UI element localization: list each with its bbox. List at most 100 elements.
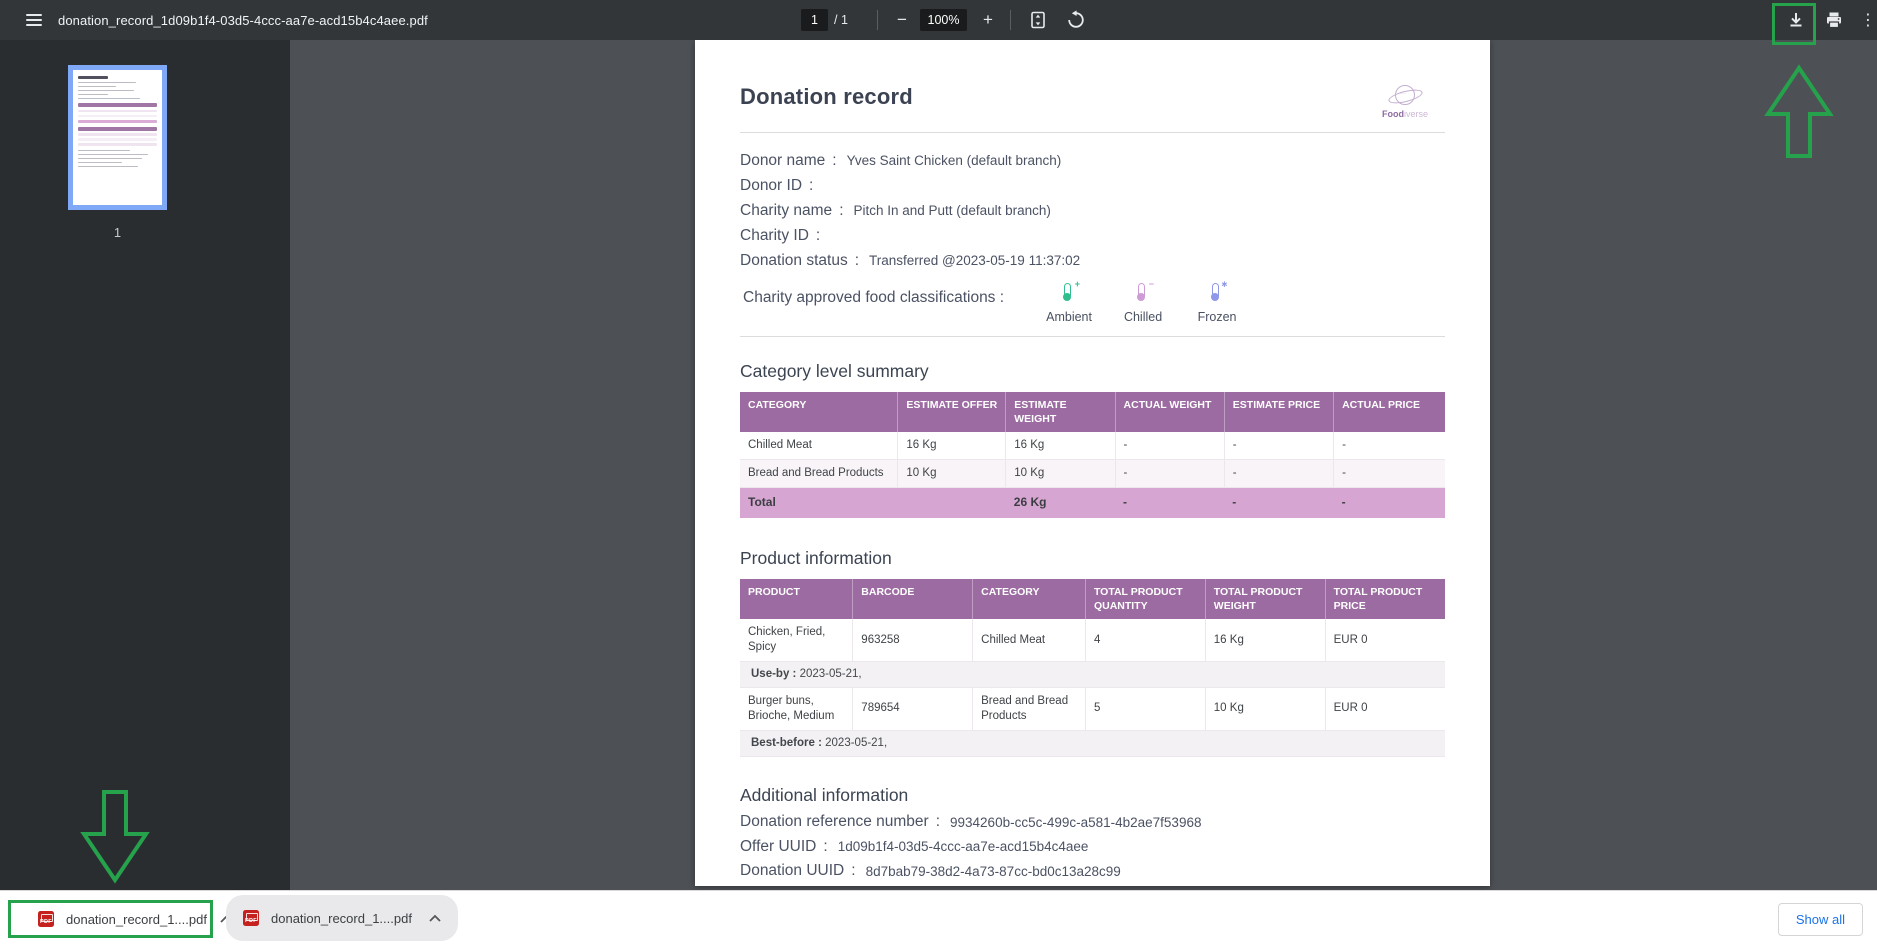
table-header-cell: TOTAL PRODUCT QUANTITY — [1085, 579, 1205, 619]
table-cell: - — [1334, 432, 1445, 459]
field-row: Charity ID : — [740, 223, 1445, 248]
field-label: Charity name — [740, 202, 832, 220]
table-header-cell: TOTAL PRODUCT PRICE — [1325, 579, 1445, 619]
table-cell: - — [1224, 488, 1333, 518]
table-note-row: Best-before : 2023-05-21, — [740, 730, 1445, 756]
table-cell: Burger buns, Brioche, Medium — [740, 687, 853, 730]
download-expand-button[interactable] — [428, 914, 442, 923]
thermometer-icon: + — [1061, 283, 1077, 301]
thermometer-icon: ∗ — [1209, 283, 1225, 301]
table-header-cell: CATEGORY — [973, 579, 1086, 619]
planet-icon: ··· — [1392, 82, 1418, 108]
pdf-file-icon: PDF — [38, 911, 54, 927]
chevron-up-icon — [428, 914, 442, 923]
product-info-heading: Product information — [740, 548, 1445, 569]
table-cell: - — [1115, 488, 1224, 518]
page-thumbnail[interactable] — [68, 65, 167, 210]
table-header-cell: CATEGORY — [740, 392, 898, 432]
field-label: Donor name — [740, 152, 825, 170]
pdf-page: ··· Foodiverse Donation record Donor nam… — [695, 40, 1490, 886]
pdf-viewer-toolbar: donation_record_1d09b1f4-03d5-4ccc-aa7e-… — [0, 0, 1877, 40]
thumbnail-sidebar: 1 — [0, 40, 290, 890]
table-note-cell: Best-before : 2023-05-21, — [740, 730, 1445, 756]
page-number-input[interactable]: 1 — [801, 9, 828, 31]
rotate-ccw-icon — [1066, 10, 1086, 30]
table-header-cell: ESTIMATE WEIGHT — [1006, 392, 1115, 432]
download-chip-2[interactable]: PDF donation_record_1....pdf — [226, 895, 458, 941]
table-cell: 16 Kg — [898, 432, 1006, 459]
print-button[interactable] — [1822, 8, 1846, 32]
table-cell: 4 — [1085, 619, 1205, 661]
download-button[interactable] — [1784, 8, 1808, 32]
table-cell: 10 Kg — [1006, 460, 1115, 488]
table-cell: EUR 0 — [1325, 687, 1445, 730]
table-header-cell: ESTIMATE PRICE — [1224, 392, 1333, 432]
additional-value: 8d7bab79-38d2-4a73-87cc-bd0c13a28c99 — [866, 864, 1121, 879]
field-row: Donor name : Yves Saint Chicken (default… — [740, 148, 1445, 173]
additional-label: Donation UUID — [740, 862, 844, 880]
field-row: Charity name : Pitch In and Putt (defaul… — [740, 198, 1445, 223]
classification-name: Chilled — [1112, 310, 1174, 324]
table-cell: Chilled Meat — [973, 619, 1086, 661]
table-cell: Chilled Meat — [740, 432, 898, 459]
show-all-button[interactable]: Show all — [1778, 903, 1863, 936]
field-label: Charity ID — [740, 227, 809, 245]
field-value: Yves Saint Chicken (default branch) — [847, 153, 1062, 168]
table-cell: 963258 — [853, 619, 973, 661]
fit-page-button[interactable] — [1026, 8, 1050, 32]
divider — [740, 132, 1445, 133]
divider — [740, 336, 1445, 337]
table-cell: - — [1115, 432, 1224, 459]
more-options-button[interactable]: ⋮ — [1856, 8, 1877, 32]
downloads-shelf: PDF donation_record_1....pdf PDF donatio… — [0, 890, 1877, 945]
field-label: Donation status — [740, 252, 848, 270]
field-value: Transferred @2023-05-19 11:37:02 — [869, 253, 1080, 268]
zoom-level: 100% — [920, 9, 967, 31]
page-count-label: / 1 — [834, 0, 848, 40]
table-cell: 5 — [1085, 687, 1205, 730]
kebab-icon: ⋮ — [1860, 10, 1876, 30]
thumbnail-page-number: 1 — [68, 225, 167, 240]
table-row: Chicken, Fried, Spicy963258Chilled Meat4… — [740, 619, 1445, 661]
table-row: Burger buns, Brioche, Medium789654Bread … — [740, 687, 1445, 730]
additional-info-row: Donation created : 2023-05-19 11:35:56 — [740, 883, 1445, 886]
classification-label: Charity approved food classifications : — [740, 289, 1004, 307]
table-row: Bread and Bread Products10 Kg10 Kg--- — [740, 460, 1445, 488]
field-row: Donation status : Transferred @2023-05-1… — [740, 248, 1445, 273]
table-cell: Total — [740, 488, 898, 518]
zoom-out-button[interactable]: − — [890, 8, 914, 32]
minus-icon: − — [897, 10, 907, 30]
table-note-row: Use-by : 2023-05-21, — [740, 662, 1445, 688]
additional-info: Donation reference number : 9934260b-cc5… — [740, 810, 1445, 886]
category-summary-heading: Category level summary — [740, 361, 1445, 382]
classification-name: Ambient — [1038, 310, 1100, 324]
additional-value: 1d09b1f4-03d5-4ccc-aa7e-acd15b4c4aee — [838, 839, 1089, 854]
download-filename: donation_record_1....pdf — [271, 911, 412, 926]
table-cell: Bread and Bread Products — [973, 687, 1086, 730]
pdf-file-icon: PDF — [243, 910, 259, 926]
additional-label: Offer UUID — [740, 838, 816, 856]
classification-row: Charity approved food classifications : … — [740, 281, 1445, 324]
download-chip-1[interactable]: PDF donation_record_1....pdf — [8, 900, 213, 938]
toolbar-divider — [877, 10, 878, 30]
document-title: Donation record — [740, 84, 1445, 110]
plus-icon: + — [983, 10, 993, 30]
menu-button[interactable] — [22, 8, 46, 32]
table-cell: Chicken, Fried, Spicy — [740, 619, 853, 661]
table-cell: - — [1224, 460, 1333, 488]
table-cell: - — [1334, 488, 1445, 518]
table-cell: - — [1334, 460, 1445, 488]
table-cell — [898, 488, 1006, 518]
table-total-row: Total26 Kg--- — [740, 488, 1445, 518]
rotate-button[interactable] — [1064, 8, 1088, 32]
zoom-in-button[interactable]: + — [976, 8, 1000, 32]
table-header-cell: ESTIMATE OFFER — [898, 392, 1006, 432]
table-header-cell: ACTUAL WEIGHT — [1115, 392, 1224, 432]
field-row: Donor ID : — [740, 173, 1445, 198]
additional-info-row: Offer UUID : 1d09b1f4-03d5-4ccc-aa7e-acd… — [740, 834, 1445, 859]
table-cell: 26 Kg — [1006, 488, 1115, 518]
table-header-cell: BARCODE — [853, 579, 973, 619]
download-icon — [1786, 10, 1806, 30]
table-note-cell: Use-by : 2023-05-21, — [740, 662, 1445, 688]
table-cell: 16 Kg — [1006, 432, 1115, 459]
